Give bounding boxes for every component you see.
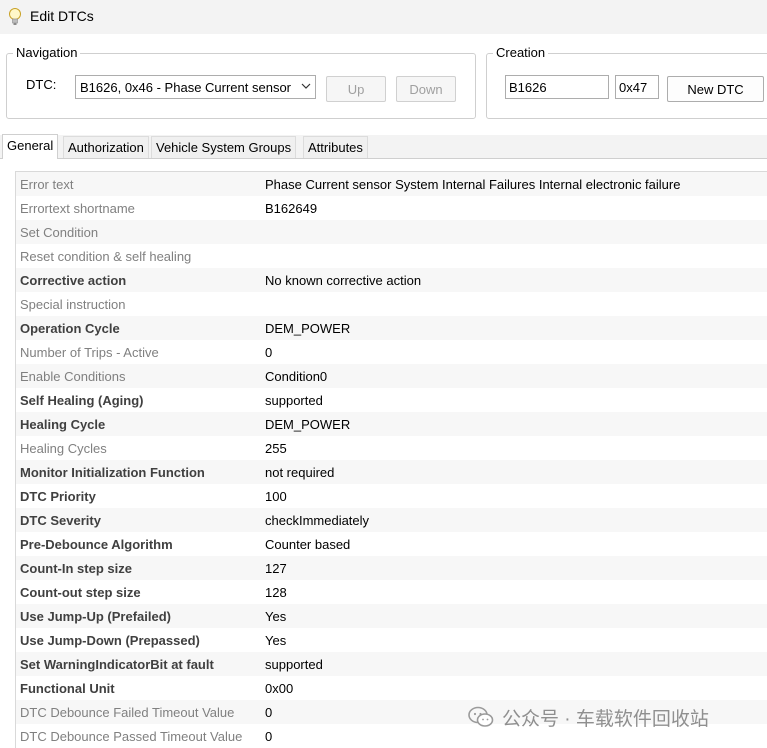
down-button[interactable]: Down <box>396 76 456 102</box>
property-value[interactable]: No known corrective action <box>265 273 421 288</box>
property-row[interactable]: Count-out step size 128 <box>16 580 767 604</box>
property-name: Set Condition <box>20 225 99 240</box>
property-name: DTC Debounce Failed Timeout Value <box>20 705 235 720</box>
property-row[interactable]: Enable Conditions Condition0 <box>16 364 767 388</box>
property-name: Enable Conditions <box>20 369 126 384</box>
watermark: 公众号 · 车载软件回收站 <box>468 704 709 730</box>
property-row[interactable]: Pre-Debounce Algorithm Counter based <box>16 532 767 556</box>
tab-vehicle-system-groups[interactable]: Vehicle System Groups <box>151 136 297 158</box>
property-name: Healing Cycle <box>20 417 106 432</box>
property-name: Functional Unit <box>20 681 115 696</box>
creation-legend: Creation <box>493 45 549 60</box>
property-name: DTC Debounce Passed Timeout Value <box>20 729 243 744</box>
new-dtc-button[interactable]: New DTC <box>667 76 764 102</box>
property-value[interactable]: Condition0 <box>265 369 327 384</box>
property-name: Set WarningIndicatorBit at fault <box>20 657 214 672</box>
window-title: Edit DTCs <box>30 8 94 24</box>
dtc-code-input[interactable]: B1626 <box>505 75 609 99</box>
property-row[interactable]: Errortext shortname B162649 <box>16 196 767 220</box>
property-name: Pre-Debounce Algorithm <box>20 537 173 552</box>
property-name: Reset condition & self healing <box>20 249 192 264</box>
property-row[interactable]: Special instruction <box>16 292 767 316</box>
property-row[interactable]: Use Jump-Down (Prepassed) Yes <box>16 628 767 652</box>
property-name: Special instruction <box>20 297 126 312</box>
property-row[interactable]: Corrective action No known corrective act… <box>16 268 767 292</box>
property-row[interactable]: Operation Cycle DEM_POWER <box>16 316 767 340</box>
property-row[interactable]: Error text Phase Current sensor System In… <box>16 172 767 196</box>
property-row[interactable]: Monitor Initialization Function not requi… <box>16 460 767 484</box>
property-value[interactable]: not required <box>265 465 334 480</box>
property-name: Use Jump-Up (Prefailed) <box>20 609 171 624</box>
property-name: Operation Cycle <box>20 321 120 336</box>
tab-authorization[interactable]: Authorization <box>63 136 149 158</box>
property-value[interactable]: DEM_POWER <box>265 417 350 432</box>
property-row[interactable]: Set Condition <box>16 220 767 244</box>
lightbulb-icon <box>9 8 21 25</box>
property-value[interactable]: supported <box>265 393 323 408</box>
property-row[interactable]: Healing Cycles 255 <box>16 436 767 460</box>
property-row[interactable]: Use Jump-Up (Prefailed) Yes <box>16 604 767 628</box>
property-name: Error text <box>20 177 74 192</box>
property-row[interactable]: Count-In step size 127 <box>16 556 767 580</box>
property-row[interactable]: Functional Unit 0x00 <box>16 676 767 700</box>
property-row[interactable]: DTC Priority 100 <box>16 484 767 508</box>
property-value[interactable]: Yes <box>265 609 286 624</box>
property-value[interactable]: 127 <box>265 561 287 576</box>
property-value[interactable]: 0 <box>265 705 272 720</box>
tab-general[interactable]: General <box>2 134 59 159</box>
property-name: Self Healing (Aging) <box>20 393 144 408</box>
chevron-down-icon <box>301 83 311 89</box>
title-bar: Edit DTCs <box>0 0 767 34</box>
property-name: Count-In step size <box>20 561 132 576</box>
property-row[interactable]: DTC Severity checkImmediately <box>16 508 767 532</box>
property-name: Corrective action <box>20 273 127 288</box>
tab-page-border <box>0 158 767 159</box>
tab-attributes[interactable]: Attributes <box>303 136 368 158</box>
dtc-select[interactable]: B1626, 0x46 - Phase Current sensor <box>75 75 316 99</box>
navigation-legend: Navigation <box>13 45 81 60</box>
property-name: DTC Severity <box>20 513 101 528</box>
property-value[interactable]: supported <box>265 657 323 672</box>
property-value[interactable]: DEM_POWER <box>265 321 350 336</box>
property-value[interactable]: 0 <box>265 729 272 744</box>
property-value[interactable]: 128 <box>265 585 287 600</box>
property-name: Number of Trips - Active <box>20 345 159 360</box>
property-value[interactable]: Phase Current sensor System Internal Fai… <box>265 177 680 192</box>
property-value[interactable]: 0x00 <box>265 681 293 696</box>
property-row[interactable]: Reset condition & self healing <box>16 244 767 268</box>
property-name: DTC Priority <box>20 489 96 504</box>
property-name: Count-out step size <box>20 585 141 600</box>
property-value[interactable]: Yes <box>265 633 286 648</box>
property-row[interactable]: Healing Cycle DEM_POWER <box>16 412 767 436</box>
property-name: Errortext shortname <box>20 201 135 216</box>
dtc-byte-input[interactable]: 0x47 <box>615 75 659 99</box>
property-name: Use Jump-Down (Prepassed) <box>20 633 200 648</box>
property-row[interactable]: Number of Trips - Active 0 <box>16 340 767 364</box>
property-value[interactable]: 100 <box>265 489 287 504</box>
property-name: Healing Cycles <box>20 441 107 456</box>
watermark-text: 公众号 · 车载软件回收站 <box>502 708 709 730</box>
up-button[interactable]: Up <box>326 76 386 102</box>
property-name: Monitor Initialization Function <box>20 465 205 480</box>
property-value[interactable]: Counter based <box>265 537 350 552</box>
dtc-label: DTC: <box>26 77 57 92</box>
wechat-icon <box>468 706 494 727</box>
property-value[interactable]: B162649 <box>265 201 317 216</box>
property-row[interactable]: Self Healing (Aging) supported <box>16 388 767 412</box>
property-value[interactable]: 0 <box>265 345 272 360</box>
property-grid: Error text Phase Current sensor System In… <box>15 171 767 748</box>
property-row[interactable]: Set WarningIndicatorBit at fault supporte… <box>16 652 767 676</box>
dtc-select-value: B1626, 0x46 - Phase Current sensor <box>80 80 292 95</box>
property-value[interactable]: 255 <box>265 441 287 456</box>
property-value[interactable]: checkImmediately <box>265 513 369 528</box>
